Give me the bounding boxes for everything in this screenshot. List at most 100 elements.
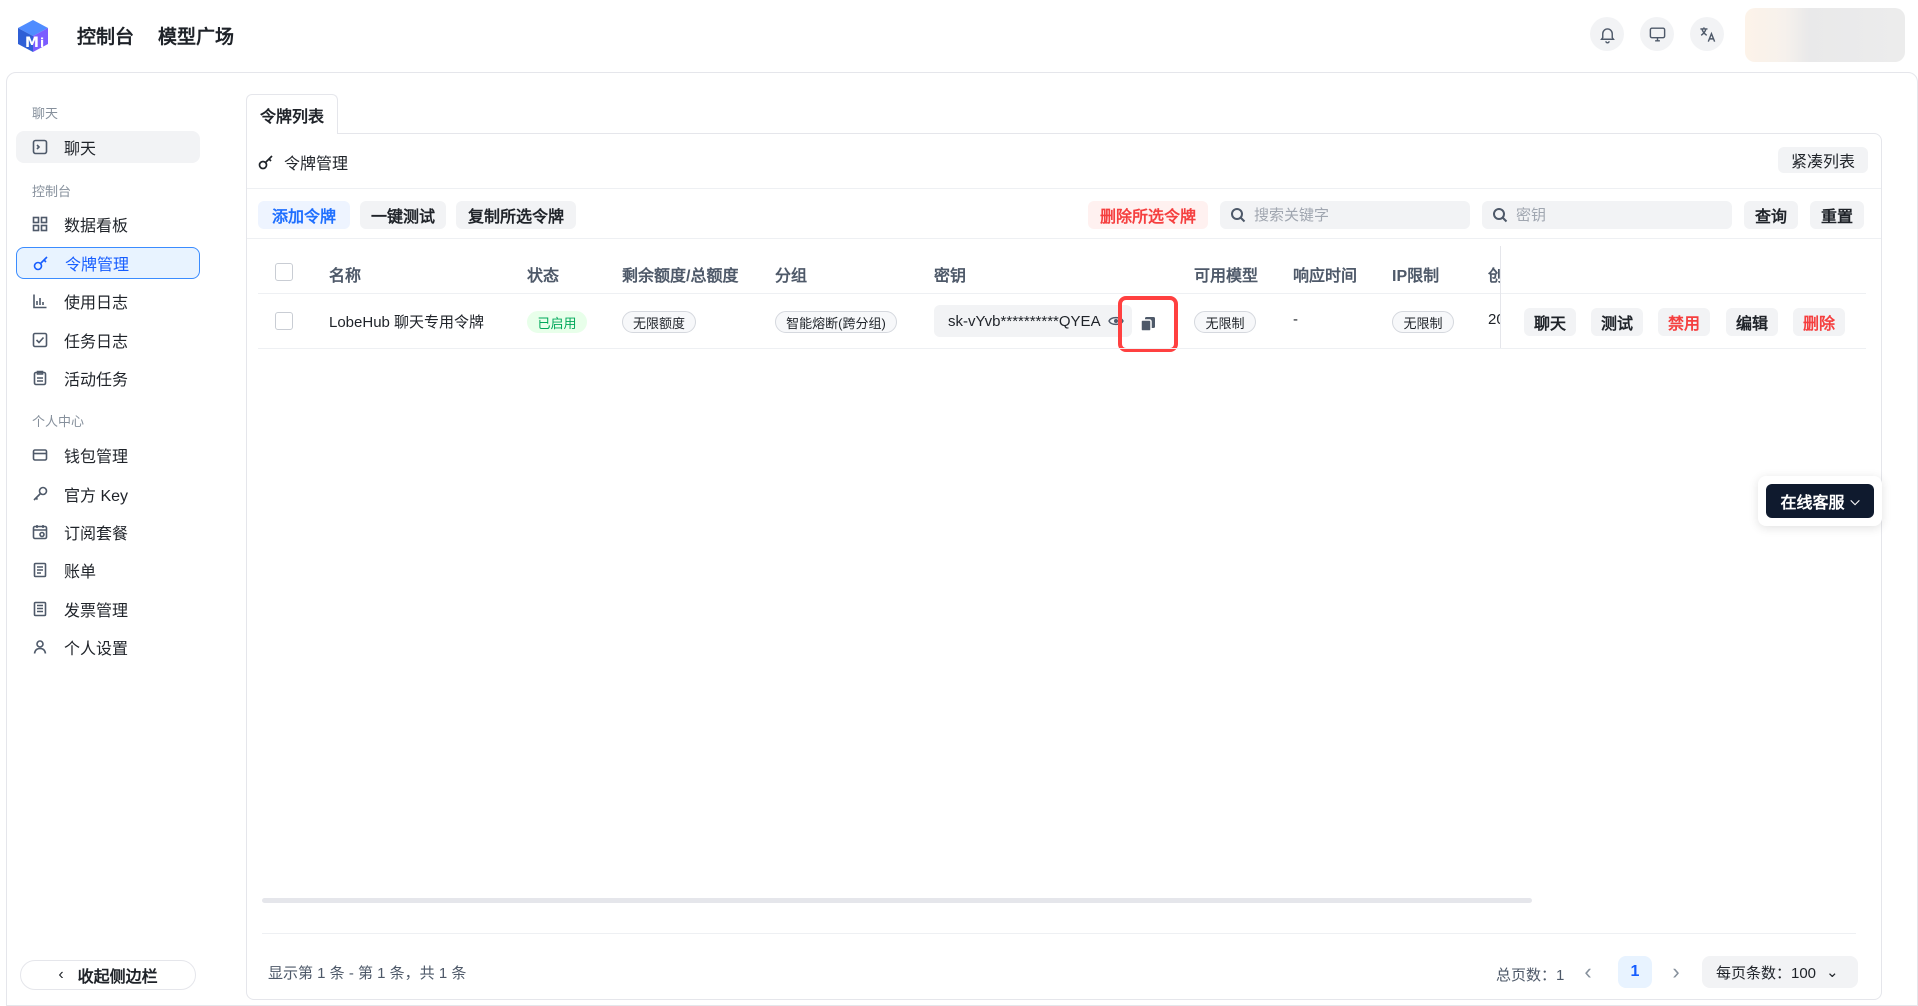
chat-button[interactable]: 聊天 — [1524, 308, 1576, 336]
sidebar-item-label: 钱包管理 — [64, 449, 129, 466]
monitor-icon — [1649, 26, 1665, 42]
sidebar-item-subscription[interactable]: 订阅套餐 — [16, 516, 200, 548]
user-avatar-blurred[interactable] — [1745, 8, 1905, 62]
key-search-box[interactable] — [1482, 201, 1732, 229]
select-all-checkbox[interactable] — [275, 263, 293, 281]
column-header-quota: 剩余额度/总额度 — [622, 268, 739, 285]
add-token-button[interactable]: 添加令牌 — [258, 201, 350, 229]
column-header-key: 密钥 — [934, 268, 967, 285]
token-key-field: sk-vYvb**********QYEA — [934, 305, 1132, 337]
sidebar-item-task-log[interactable]: 任务日志 — [16, 324, 200, 356]
copy-key-button[interactable] — [1118, 296, 1178, 352]
test-button[interactable]: 测试 — [1591, 308, 1643, 336]
column-header-group: 分组 — [775, 268, 808, 285]
key-outline-icon — [32, 486, 48, 502]
next-page-button[interactable]: › — [1662, 958, 1690, 986]
token-list-card — [246, 133, 1882, 1000]
horizontal-scrollbar[interactable] — [262, 898, 1532, 903]
keyword-search-input[interactable] — [1254, 206, 1454, 224]
sidebar-item-personal-settings[interactable]: 个人设置 — [16, 631, 200, 663]
disable-button[interactable]: 禁用 — [1658, 308, 1710, 336]
models-tag: 无限制 — [1194, 311, 1256, 333]
search-icon — [1231, 208, 1246, 223]
sidebar-item-invoice[interactable]: 发票管理 — [16, 593, 200, 625]
delete-selected-button[interactable]: 删除所选令牌 — [1088, 201, 1208, 229]
copy-selected-button[interactable]: 复制所选令牌 — [456, 201, 576, 229]
sidebar-item-token-management[interactable]: 令牌管理 — [16, 247, 200, 279]
divider — [262, 933, 1856, 934]
user-icon — [32, 639, 48, 655]
token-key-value: sk-vYvb**********QYEA — [948, 312, 1101, 330]
pagination-summary: 显示第 1 条 - 第 1 条，共 1 条 — [268, 965, 467, 982]
ip-limit-tag: 无限制 — [1392, 311, 1454, 333]
bell-icon — [1599, 27, 1615, 43]
sidebar-item-label: 个人设置 — [64, 641, 129, 658]
language-button[interactable] — [1690, 17, 1724, 51]
column-header-status: 状态 — [527, 268, 560, 285]
status-badge: 已启用 — [527, 311, 587, 333]
card-title-text: 令牌管理 — [284, 156, 349, 173]
reset-button[interactable]: 重置 — [1810, 201, 1864, 229]
keyword-search-box[interactable] — [1220, 201, 1470, 229]
chart-icon — [32, 293, 48, 309]
key-search-input[interactable] — [1516, 206, 1716, 224]
chevron-left-icon: ‹ — [58, 966, 64, 983]
copy-icon — [1140, 317, 1155, 332]
sidebar-item-dashboard[interactable]: 数据看板 — [16, 208, 200, 240]
sidebar-item-wallet[interactable]: 钱包管理 — [16, 439, 200, 471]
online-support-button[interactable]: 在线客服 ⌵ — [1766, 484, 1874, 518]
column-header-ip-limit: IP限制 — [1392, 268, 1440, 285]
page-size-label: 每页条数：100 — [1716, 964, 1817, 982]
sidebar-item-label: 订阅套餐 — [64, 526, 129, 543]
top-bar: M i 控制台 模型广场 — [0, 0, 1918, 70]
quota-tag: 无限额度 — [622, 311, 696, 333]
total-pages: 总页数：1 — [1496, 967, 1565, 984]
column-header-models: 可用模型 — [1194, 268, 1259, 285]
svg-text:M: M — [25, 35, 39, 51]
online-support-widget: 在线客服 ⌵ — [1758, 476, 1882, 526]
notification-button[interactable] — [1590, 17, 1624, 51]
sidebar-item-active-tasks[interactable]: 活动任务 — [16, 362, 200, 394]
edit-button[interactable]: 编辑 — [1726, 308, 1778, 336]
collapse-sidebar-label: 收起侧边栏 — [77, 969, 158, 986]
nav-model-square[interactable]: 模型广场 — [158, 22, 234, 49]
wallet-icon — [32, 447, 48, 463]
sidebar-item-label: 任务日志 — [64, 334, 129, 351]
collapse-sidebar-button[interactable]: ‹ 收起侧边栏 — [20, 960, 196, 990]
sidebar-item-bill[interactable]: 账单 — [16, 554, 200, 586]
delete-button[interactable]: 删除 — [1793, 308, 1845, 336]
column-header-created: 创 — [1488, 268, 1500, 285]
nav-console[interactable]: 控制台 — [77, 22, 134, 49]
sidebar-item-label: 账单 — [64, 564, 97, 581]
divider — [258, 293, 1866, 294]
column-header-name: 名称 — [329, 268, 362, 285]
row-checkbox[interactable] — [275, 312, 293, 330]
online-support-label: 在线客服 — [1780, 495, 1845, 512]
page-size-select[interactable]: 每页条数：100 ⌄ — [1702, 956, 1858, 988]
sidebar-item-label: 发票管理 — [64, 603, 129, 620]
dashboard-icon — [32, 216, 48, 232]
test-all-button[interactable]: 一键测试 — [360, 201, 446, 229]
sidebar-item-official-key[interactable]: 官方 Key — [16, 478, 200, 510]
divider — [247, 188, 1881, 189]
tab-token-list[interactable]: 令牌列表 — [246, 94, 338, 134]
sidebar-item-label: 数据看板 — [64, 218, 129, 235]
sidebar-item-usage-log[interactable]: 使用日志 — [16, 285, 200, 317]
compact-list-button[interactable]: 紧凑列表 — [1778, 147, 1868, 173]
prev-page-button[interactable]: ‹ — [1574, 958, 1602, 986]
sidebar-item-label: 官方 Key — [64, 488, 129, 505]
sidebar-item-label: 令牌管理 — [65, 257, 130, 274]
logo-icon[interactable]: M i — [14, 16, 52, 54]
response-time-value: - — [1293, 311, 1298, 328]
display-button[interactable] — [1640, 17, 1674, 51]
key-icon — [33, 255, 49, 271]
page-button-current[interactable]: 1 — [1618, 956, 1652, 988]
chevron-down-icon: ⌵ — [1850, 493, 1860, 508]
sidebar-group-personal: 个人中心 — [32, 414, 85, 429]
divider — [247, 238, 1881, 239]
checklist-icon — [32, 332, 48, 348]
sidebar-item-chat[interactable]: 聊天 — [16, 131, 200, 163]
query-button[interactable]: 查询 — [1744, 201, 1798, 229]
chat-icon — [32, 139, 48, 155]
created-time-value: 20 — [1488, 311, 1500, 328]
